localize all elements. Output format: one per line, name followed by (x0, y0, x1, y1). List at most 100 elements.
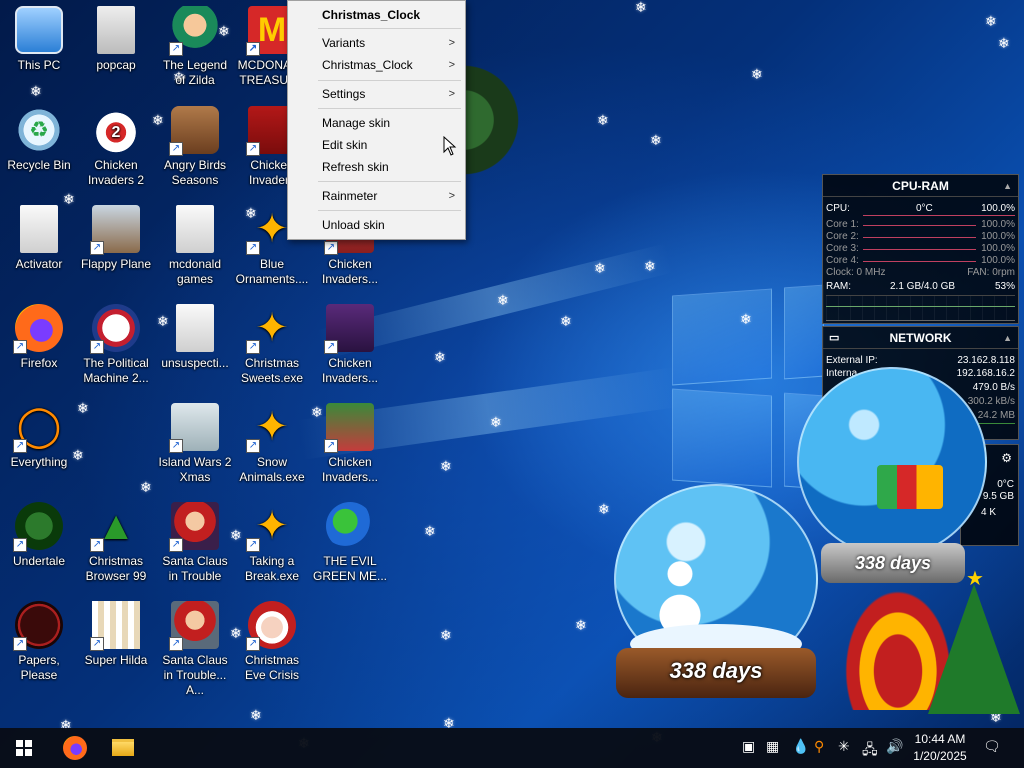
cpu-ram-panel[interactable]: CPU-RAM ▲ CPU: 0°C 100.0% Core 1: 100.0%… (822, 174, 1019, 324)
menu-item-manage-skin[interactable]: Manage skin (288, 112, 465, 134)
core-bar (863, 237, 976, 238)
desktop-icon-christmas-browser-99[interactable]: ▲ ↗ Christmas Browser 99 (77, 500, 155, 596)
desktop-icon-legend-of-zilda[interactable]: ↗ The Legend of Zilda (156, 4, 234, 100)
shortcut-arrow-icon: ↗ (90, 241, 104, 255)
desktop-icon-popcap[interactable]: popcap (77, 4, 155, 100)
icon-label: Activator (15, 257, 63, 271)
snowflake-tray-icon[interactable]: ✳ (838, 739, 850, 755)
snowflake: ❄ (635, 0, 647, 16)
desktop-icon-unsuspecti[interactable]: unsuspecti... (156, 302, 234, 398)
desktop-icon-angry-birds-seasons[interactable]: ↗ Angry Birds Seasons (156, 104, 234, 200)
desktop-icon-firefox[interactable]: ↗ Firefox (0, 302, 78, 398)
core-value: 100.0% (981, 219, 1015, 230)
desktop-icon-papers-please[interactable]: ↗ Papers, Please (0, 599, 78, 695)
core-bar (863, 249, 976, 250)
external-ip-row: External IP: 23.162.8.118 (826, 355, 1015, 367)
wallpaper-pane (672, 388, 772, 488)
desktop-icon-everything[interactable]: ◯ ↗ Everything (0, 401, 78, 497)
desktop-icon-super-hilda[interactable]: ↗ Super Hilda (77, 599, 155, 695)
desktop-icon-recycle-bin[interactable]: ♻ Recycle Bin (0, 104, 78, 200)
icon-label: mcdonald games (168, 257, 222, 286)
desktop-icon-political-machine[interactable]: ↗ The Political Machine 2... (77, 302, 155, 398)
menu-item-edit-skin[interactable]: Edit skin (288, 134, 465, 156)
start-button[interactable] (0, 728, 48, 768)
menu-item-settings[interactable]: Settings > (288, 83, 465, 105)
desktop-icon-flappy-plane[interactable]: ↗ Flappy Plane (77, 203, 155, 299)
desktop-icon-activator[interactable]: Activator (0, 203, 78, 299)
desktop-icon-mcdonald-games[interactable]: mcdonald games (156, 203, 234, 299)
ram-label: RAM: (826, 281, 851, 292)
panel-header: ▭ NETWORK ▲ (823, 327, 1018, 349)
desktop-icon-undertale[interactable]: ↗ Undertale (0, 500, 78, 596)
menu-item-refresh-skin[interactable]: Refresh skin (288, 156, 465, 178)
snowflake: ❄ (594, 261, 606, 277)
core-label: Core 4: (826, 255, 859, 266)
pixel-character-icon: ↗ (90, 601, 140, 651)
taskbar-firefox[interactable] (52, 728, 96, 768)
shortcut-arrow-icon: ↗ (246, 637, 260, 651)
desktop-icon-chicken-invaders-d[interactable]: ↗ Chicken Invaders... (311, 401, 389, 497)
chevron-right-icon: > (448, 37, 455, 49)
droplet-icon[interactable]: 💧 (792, 739, 809, 755)
desktop-icon-island-wars-2-xmas[interactable]: ↗ Island Wars 2 Xmas (156, 401, 234, 497)
desktop-icon-chicken-invaders-c[interactable]: ↗ Chicken Invaders... (311, 302, 389, 398)
notification-icon[interactable]: 🗨 (983, 739, 1001, 755)
shortcut-arrow-icon: ↗ (169, 439, 183, 453)
icon-label: Snow Animals.exe (239, 455, 305, 484)
icon-label: Firefox (20, 356, 58, 370)
icon-label: Undertale (12, 554, 66, 568)
collapse-icon[interactable]: ▲ (1003, 327, 1012, 349)
icon-label: Chicken Invaders... (321, 356, 379, 385)
panel-title: NETWORK (889, 331, 952, 345)
shortcut-arrow-icon: ↗ (246, 241, 260, 255)
shortcut-arrow-icon: ↗ (246, 538, 260, 552)
network-icon[interactable]: 🖧 (862, 739, 878, 763)
chevron-right-icon: > (448, 190, 455, 202)
menu-item-rainmeter[interactable]: Rainmeter > (288, 185, 465, 207)
shortcut-arrow-icon: ↗ (13, 538, 27, 552)
shortcut-arrow-icon: ↗ (324, 340, 338, 354)
wallpaper-pane (672, 288, 772, 386)
snowflake: ❄ (597, 113, 609, 129)
desktop-icon-this-pc[interactable]: This PC (0, 4, 78, 100)
desktop-icon-santa-claus-in-trouble-a[interactable]: ↗ Santa Claus in Trouble... A... (156, 599, 234, 697)
snow-globe-front[interactable]: 338 days (614, 484, 818, 704)
skin-context-menu[interactable]: Christmas_Clock Variants > Christmas_Clo… (287, 0, 466, 240)
political-badge-icon: ↗ (90, 304, 140, 354)
fan-speed: FAN: 0rpm (967, 267, 1015, 278)
settings-gear-icon[interactable]: ⚙ (1001, 451, 1012, 465)
clock[interactable]: 10:44 AM 1/20/2025 (908, 731, 972, 765)
panel-header: CPU-RAM ▲ (823, 175, 1018, 197)
windows-logo-icon (16, 740, 32, 756)
volume-icon[interactable]: 🔊 (886, 739, 903, 755)
tray-app-icon[interactable]: ▣ (742, 739, 755, 755)
collapse-icon[interactable]: ▲ (1003, 175, 1012, 197)
globe-glass (797, 367, 987, 557)
taskbar-file-explorer[interactable] (100, 728, 144, 768)
core-bar (863, 261, 976, 262)
icon-label: THE EVIL GREEN ME... (313, 554, 388, 583)
search-magnifier-icon: ◯ ↗ (13, 403, 63, 453)
snow-globe-back[interactable]: 338 days (797, 367, 989, 587)
desktop-icon-evil-green-me[interactable]: THE EVIL GREEN ME... (311, 500, 389, 596)
menu-item-label: Settings (322, 87, 366, 101)
snowflake: ❄ (250, 708, 262, 724)
menu-item-unload-skin[interactable]: Unload skin (288, 214, 465, 236)
chevron-right-icon: > (448, 88, 455, 100)
icon-label: The Legend of Zilda (162, 58, 228, 87)
search-everything-icon[interactable]: ⚲ (814, 739, 824, 755)
menu-item-christmas-clock[interactable]: Christmas_Clock > (288, 54, 465, 76)
santa-icon: ↗ (169, 601, 219, 651)
desktop-icon-christmas-sweets[interactable]: ✦ ↗ Christmas Sweets.exe (233, 302, 311, 398)
desktop-icon-snow-animals[interactable]: ✦ ↗ Snow Animals.exe (233, 401, 311, 497)
core-value: 100.0% (981, 255, 1015, 266)
tray-network-app-icon[interactable]: ▦ (766, 739, 779, 755)
desktop-icon-santa-claus-in-trouble[interactable]: ↗ Santa Claus in Trouble (156, 500, 234, 596)
desktop-icon-christmas-eve-crisis[interactable]: ↗ Christmas Eve Crisis (233, 599, 311, 695)
shortcut-arrow-icon: ↗ (90, 340, 104, 354)
menu-separator (318, 210, 461, 211)
icon-label: Island Wars 2 Xmas (158, 455, 232, 484)
desktop-icon-chicken-invaders-2[interactable]: 2 Chicken Invaders 2 (77, 104, 155, 200)
desktop-icon-taking-a-break[interactable]: ✦ ↗ Taking a Break.exe (233, 500, 311, 596)
menu-item-variants[interactable]: Variants > (288, 32, 465, 54)
